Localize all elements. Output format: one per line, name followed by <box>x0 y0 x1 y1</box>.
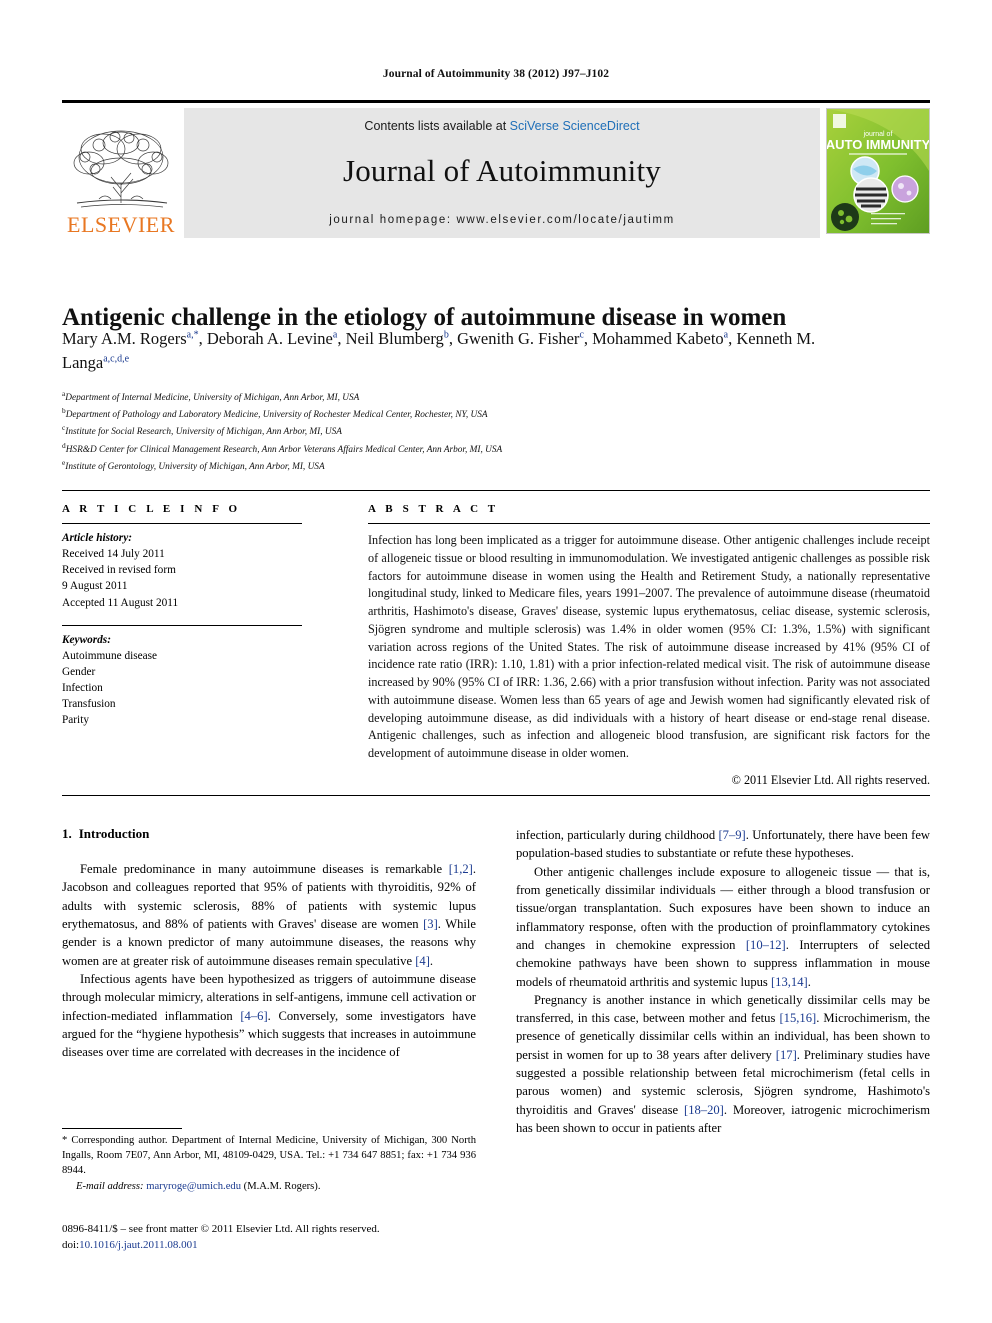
section-number: 1. <box>62 826 72 841</box>
journal-cover-thumbnail: journal of AUTO IMMUNITY <box>826 108 930 234</box>
keyword-item: Transfusion <box>62 698 116 711</box>
journal-masthead: ELSEVIER Contents lists available at Sci… <box>62 100 930 238</box>
keywords-block: Keywords: Autoimmune disease Gender Infe… <box>62 632 302 729</box>
corresponding-author-footnote: * Corresponding author. Department of In… <box>62 1128 476 1195</box>
citation-reference[interactable]: [7–9] <box>718 828 745 842</box>
affiliation-item: bDepartment of Pathology and Laboratory … <box>62 405 942 422</box>
sciencedirect-link[interactable]: SciVerse ScienceDirect <box>510 119 640 133</box>
affiliation-item: dHSR&D Center for Clinical Management Re… <box>62 440 942 457</box>
author-name: Mary A.M. Rogers <box>62 329 187 348</box>
svg-text:AUTO IMMUNITY: AUTO IMMUNITY <box>827 137 929 152</box>
elsevier-tree-icon <box>73 130 169 208</box>
corresponding-author-text: * Corresponding author. Department of In… <box>62 1135 476 1176</box>
doi-link[interactable]: 10.1016/j.jaut.2011.08.001 <box>79 1239 197 1251</box>
author-list: Mary A.M. Rogersa,*, Deborah A. Levinea,… <box>62 329 816 372</box>
author-name: Gwenith G. Fisher <box>457 329 580 348</box>
abstract-rule <box>368 523 930 524</box>
body-column-left: 1. Introduction Female predominance in ma… <box>62 826 476 1061</box>
author-affiliation-mark: a <box>332 329 338 341</box>
affiliation-item: aDepartment of Internal Medicine, Univer… <box>62 388 942 405</box>
citation-reference[interactable]: [4–6] <box>240 1009 267 1023</box>
abstract-bottom-rule <box>62 795 930 796</box>
affiliation-text: Institute of Gerontology, University of … <box>65 461 325 472</box>
citation-reference[interactable]: [10–12] <box>746 938 786 952</box>
email-owner: (M.A.M. Rogers). <box>243 1180 321 1192</box>
history-line: Received 14 July 2011 <box>62 548 165 561</box>
masthead-center-band: Contents lists available at SciVerse Sci… <box>184 108 820 238</box>
paragraph: infection, particularly during childhood… <box>516 828 930 861</box>
running-head: Journal of Autoimmunity 38 (2012) J97–J1… <box>382 68 610 80</box>
affiliation-item: cInstitute for Social Research, Universi… <box>62 422 942 439</box>
elsevier-logo: ELSEVIER <box>62 108 180 238</box>
abstract-text: Infection has long been implicated as a … <box>368 533 930 760</box>
doi-label: doi: <box>62 1238 80 1251</box>
journal-cover-art: journal of AUTO IMMUNITY <box>827 109 929 233</box>
affiliation-text: HSR&D Center for Clinical Management Res… <box>65 444 503 455</box>
author-name: Neil Blumberg <box>345 329 444 348</box>
affiliation-item: eInstitute of Gerontology, University of… <box>62 457 942 474</box>
author-affiliation-mark: c <box>579 329 584 341</box>
paragraph: Pregnancy is another instance in which g… <box>516 992 931 1135</box>
author-affiliation-mark: a,* <box>186 329 199 341</box>
keywords-label: Keywords: <box>62 633 111 646</box>
author-name: Mohammed Kabeto <box>592 329 724 348</box>
citation-reference[interactable]: [17] <box>776 1048 797 1062</box>
history-line: 9 August 2011 <box>62 580 128 593</box>
author-affiliation-mark: b <box>443 329 449 341</box>
section-title: Introduction <box>78 826 150 841</box>
email-label: E-mail address: <box>76 1180 144 1192</box>
abstract-heading: A B S T R A C T <box>368 503 499 515</box>
paragraph: Female predominance in many autoimmune d… <box>62 862 477 968</box>
citation-reference[interactable]: [15,16] <box>779 1011 816 1025</box>
keyword-item: Gender <box>62 665 96 678</box>
issn-frontmatter-line: 0896-8411/$ – see front matter © 2011 El… <box>62 1223 380 1235</box>
author-affiliation-mark: a,c,d,e <box>103 353 130 365</box>
paragraph: Infectious agents have been hypothesized… <box>62 971 476 1060</box>
affiliation-text: Institute for Social Research, Universit… <box>65 427 342 438</box>
citation-reference[interactable]: [4] <box>415 954 430 968</box>
email-line: E-mail address: maryroge@umich.edu (M.A.… <box>62 1180 476 1195</box>
history-line: Received in revised form <box>62 564 176 577</box>
article-history: Article history: Received 14 July 2011 R… <box>62 530 302 611</box>
keyword-item: Infection <box>62 682 103 695</box>
contents-available-line: Contents lists available at SciVerse Sci… <box>364 119 639 133</box>
affiliation-list: aDepartment of Internal Medicine, Univer… <box>62 388 942 474</box>
keyword-item: Parity <box>62 714 89 727</box>
body-column-right: infection, particularly during childhood… <box>516 826 930 1137</box>
keyword-item: Autoimmune disease <box>62 649 158 662</box>
citation-reference[interactable]: [13,14] <box>771 975 808 989</box>
doi-line: doi:10.1016/j.jaut.2011.08.001 <box>62 1238 492 1254</box>
section-heading-introduction: 1. Introduction <box>62 826 476 842</box>
citation-reference[interactable]: [3] <box>423 917 438 931</box>
paragraph: Other antigenic challenges include expos… <box>516 864 930 989</box>
elsevier-wordmark: ELSEVIER <box>67 212 175 237</box>
history-line: Accepted 11 August 2011 <box>62 596 179 609</box>
imprint-block: 0896-8411/$ – see front matter © 2011 El… <box>62 1222 492 1253</box>
journal-title: Journal of Autoimmunity <box>342 153 662 188</box>
journal-article-page: Journal of Autoimmunity 38 (2012) J97–J1… <box>0 0 992 1323</box>
keywords-rule <box>62 624 302 626</box>
article-info-abstract-block: A R T I C L E I N F O Article history: R… <box>62 490 930 788</box>
article-info-rule <box>62 523 302 524</box>
citation-reference[interactable]: [18–20] <box>684 1103 724 1117</box>
abstract-copyright: © 2011 Elsevier Ltd. All rights reserved… <box>731 772 930 787</box>
contents-prefix: Contents lists available at <box>364 119 510 133</box>
article-info-heading: A R T I C L E I N F O <box>62 503 241 515</box>
author-name: Deborah A. Levine <box>206 329 333 348</box>
author-affiliation-mark: a <box>723 329 729 341</box>
affiliation-text: Department of Internal Medicine, Univers… <box>65 393 360 404</box>
email-link[interactable]: maryroge@umich.edu <box>146 1181 241 1192</box>
footnote-rule <box>62 1128 182 1129</box>
citation-reference[interactable]: [1,2] <box>449 862 473 876</box>
journal-homepage-link[interactable]: journal homepage: www.elsevier.com/locat… <box>329 214 675 226</box>
affiliation-text: Department of Pathology and Laboratory M… <box>65 410 488 421</box>
article-history-label: Article history: <box>62 532 132 544</box>
